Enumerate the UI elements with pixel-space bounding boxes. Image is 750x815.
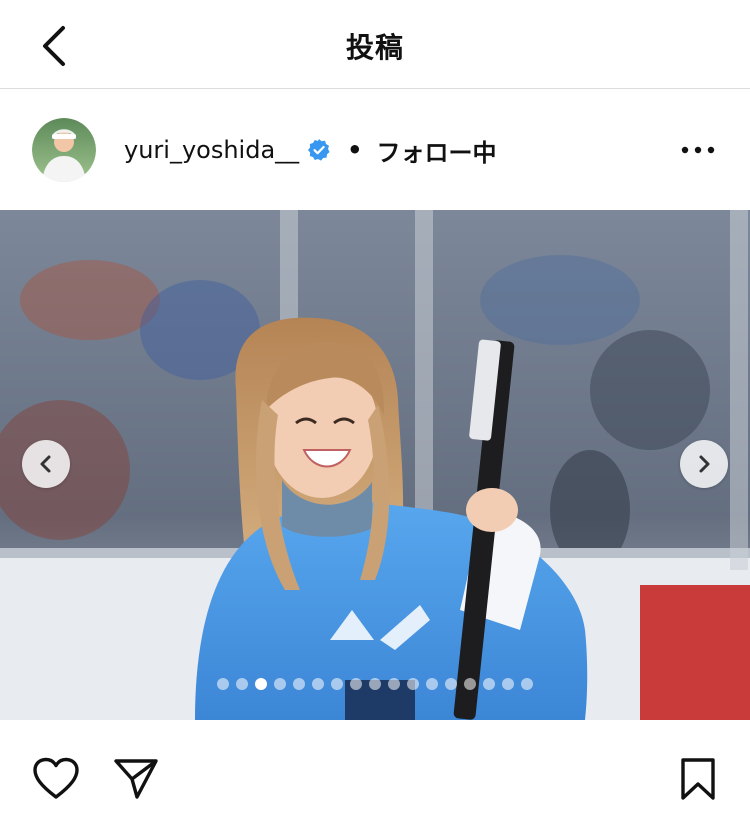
carousel-prev-button[interactable]: [22, 440, 70, 488]
carousel-dot: [521, 678, 533, 690]
carousel-dot: [236, 678, 248, 690]
post-media[interactable]: [0, 210, 750, 720]
more-horizontal-icon: [681, 146, 715, 154]
chevron-left-icon: [40, 455, 51, 473]
carousel-dot: [388, 678, 400, 690]
carousel-dot: [331, 678, 343, 690]
carousel-dot: [426, 678, 438, 690]
verified-badge-icon: [308, 139, 330, 161]
username-link[interactable]: yuri_yoshida__: [124, 136, 299, 164]
carousel-next-button[interactable]: [680, 440, 728, 488]
top-bar: 投稿: [0, 0, 750, 89]
send-icon: [114, 759, 158, 799]
share-button[interactable]: [110, 754, 162, 804]
carousel-indicator: [0, 678, 750, 690]
separator-dot: •: [347, 136, 363, 164]
more-options-button[interactable]: [678, 136, 718, 164]
carousel-dot: [464, 678, 476, 690]
page-title: 投稿: [345, 31, 404, 64]
carousel-dot: [483, 678, 495, 690]
carousel-dot: [293, 678, 305, 690]
post-actions: [0, 720, 750, 815]
chevron-right-icon: [699, 455, 710, 473]
carousel-dot: [274, 678, 286, 690]
heart-icon: [33, 757, 79, 799]
carousel-dot-active: [255, 678, 267, 690]
carousel-dot: [369, 678, 381, 690]
post-photo: [0, 210, 750, 720]
like-button[interactable]: [30, 754, 82, 804]
carousel-dot: [350, 678, 362, 690]
username-row: yuri_yoshida__ • フォロー中: [124, 132, 497, 168]
carousel-dot: [502, 678, 514, 690]
carousel-dot: [217, 678, 229, 690]
following-button[interactable]: フォロー中: [377, 133, 497, 168]
avatar[interactable]: [32, 118, 96, 182]
carousel-dot: [312, 678, 324, 690]
bookmark-icon: [681, 758, 715, 800]
carousel-dot: [407, 678, 419, 690]
save-button[interactable]: [672, 754, 724, 804]
post-header: yuri_yoshida__ • フォロー中: [0, 100, 750, 205]
carousel-dot: [445, 678, 457, 690]
